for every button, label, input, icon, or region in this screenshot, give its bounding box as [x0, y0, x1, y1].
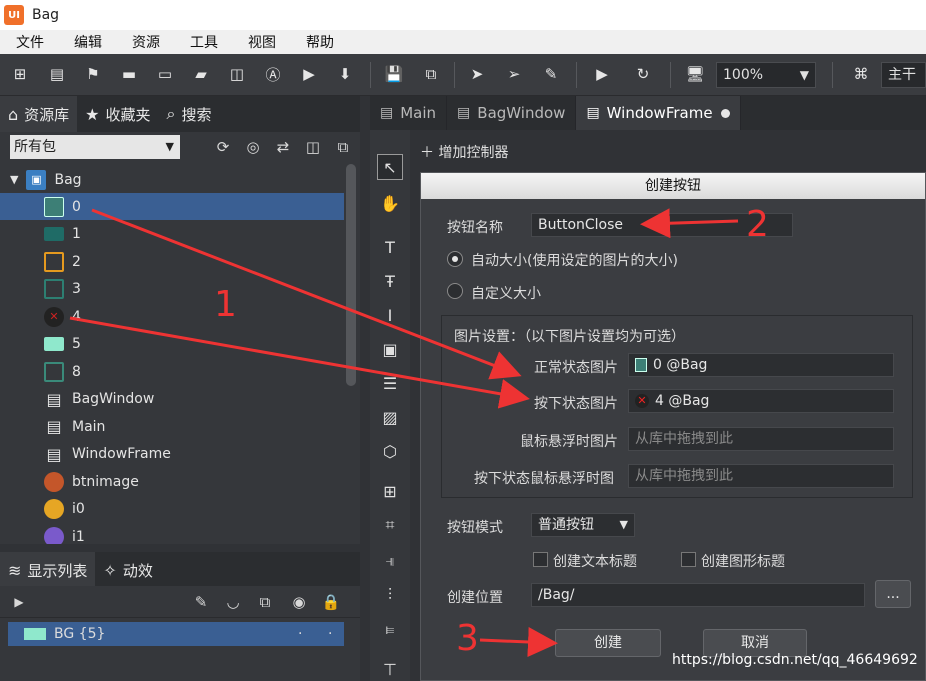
annotation-arrow-1a — [91, 208, 522, 380]
annotation-arrow-1b — [69, 316, 530, 409]
annotation-number-2: 2 — [746, 204, 769, 245]
annotation-arrow-3 — [479, 627, 558, 657]
annotation-arrows — [69, 208, 739, 657]
annotation-number-3: 3 — [456, 618, 479, 659]
annotation-arrow-2 — [640, 208, 739, 239]
watermark-text: https://blog.csdn.net/qq_46649692 — [672, 652, 918, 668]
annotation-number-1: 1 — [214, 284, 237, 325]
